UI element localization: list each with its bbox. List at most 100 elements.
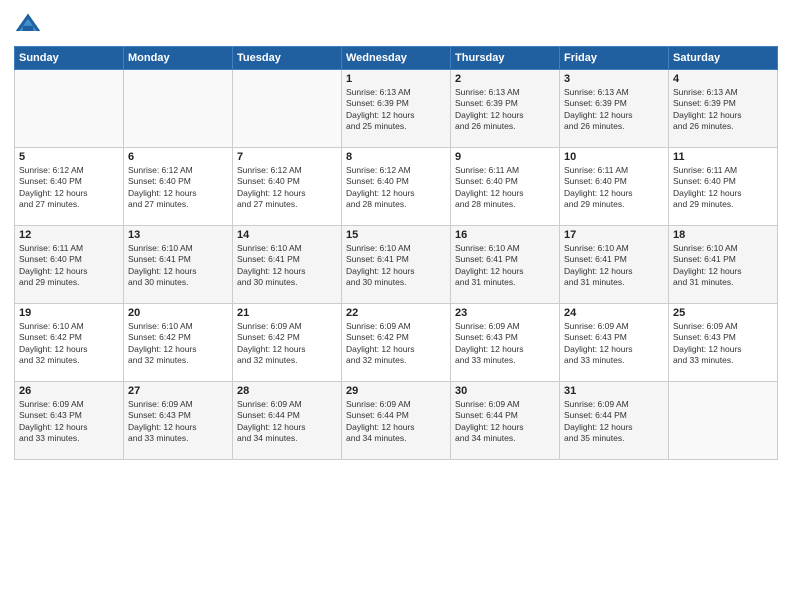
day-info: Sunrise: 6:10 AM Sunset: 6:41 PM Dayligh… [128, 243, 228, 289]
calendar-cell [15, 70, 124, 148]
day-info: Sunrise: 6:09 AM Sunset: 6:44 PM Dayligh… [346, 399, 446, 445]
day-number: 22 [346, 307, 446, 319]
day-number: 31 [564, 385, 664, 397]
day-number: 19 [19, 307, 119, 319]
day-info: Sunrise: 6:12 AM Sunset: 6:40 PM Dayligh… [19, 165, 119, 211]
day-info: Sunrise: 6:13 AM Sunset: 6:39 PM Dayligh… [673, 87, 773, 133]
calendar-cell: 11 Sunrise: 6:11 AM Sunset: 6:40 PM Dayli… [669, 148, 778, 226]
day-number: 20 [128, 307, 228, 319]
weekday-header-tuesday: Tuesday [233, 47, 342, 70]
day-info: Sunrise: 6:09 AM Sunset: 6:42 PM Dayligh… [237, 321, 337, 367]
day-number: 16 [455, 229, 555, 241]
calendar-cell: 16 Sunrise: 6:10 AM Sunset: 6:41 PM Dayli… [451, 226, 560, 304]
calendar-week-row: 12 Sunrise: 6:11 AM Sunset: 6:40 PM Dayli… [15, 226, 778, 304]
weekday-header-monday: Monday [124, 47, 233, 70]
day-number: 11 [673, 151, 773, 163]
calendar-week-row: 26 Sunrise: 6:09 AM Sunset: 6:43 PM Dayli… [15, 382, 778, 460]
day-info: Sunrise: 6:09 AM Sunset: 6:43 PM Dayligh… [19, 399, 119, 445]
day-number: 24 [564, 307, 664, 319]
calendar-cell: 12 Sunrise: 6:11 AM Sunset: 6:40 PM Dayli… [15, 226, 124, 304]
calendar-cell: 28Sunrise: 6:09 AM Sunset: 6:44 PM Dayli… [233, 382, 342, 460]
day-info: Sunrise: 6:10 AM Sunset: 6:41 PM Dayligh… [673, 243, 773, 289]
day-info: Sunrise: 6:10 AM Sunset: 6:41 PM Dayligh… [564, 243, 664, 289]
day-number: 1 [346, 73, 446, 85]
calendar-body: 1 Sunrise: 6:13 AM Sunset: 6:39 PM Daylig… [15, 70, 778, 460]
calendar-cell: 21 Sunrise: 6:09 AM Sunset: 6:42 PM Dayli… [233, 304, 342, 382]
calendar-cell: 9 Sunrise: 6:11 AM Sunset: 6:40 PM Daylig… [451, 148, 560, 226]
calendar-cell [669, 382, 778, 460]
calendar-cell: 13Sunrise: 6:10 AM Sunset: 6:41 PM Dayli… [124, 226, 233, 304]
calendar-cell: 1 Sunrise: 6:13 AM Sunset: 6:39 PM Daylig… [342, 70, 451, 148]
calendar-cell: 7 Sunrise: 6:12 AM Sunset: 6:40 PM Daylig… [233, 148, 342, 226]
day-number: 15 [346, 229, 446, 241]
day-number: 2 [455, 73, 555, 85]
calendar-cell: 10Sunrise: 6:11 AM Sunset: 6:40 PM Dayli… [560, 148, 669, 226]
day-info: Sunrise: 6:11 AM Sunset: 6:40 PM Dayligh… [19, 243, 119, 289]
calendar-cell: 30Sunrise: 6:09 AM Sunset: 6:44 PM Dayli… [451, 382, 560, 460]
day-number: 12 [19, 229, 119, 241]
day-number: 23 [455, 307, 555, 319]
day-number: 17 [564, 229, 664, 241]
day-number: 28 [237, 385, 337, 397]
calendar-week-row: 1 Sunrise: 6:13 AM Sunset: 6:39 PM Daylig… [15, 70, 778, 148]
calendar-header: SundayMondayTuesdayWednesdayThursdayFrid… [15, 47, 778, 70]
day-number: 9 [455, 151, 555, 163]
calendar-cell: 25Sunrise: 6:09 AM Sunset: 6:43 PM Dayli… [669, 304, 778, 382]
calendar-cell: 20Sunrise: 6:10 AM Sunset: 6:42 PM Dayli… [124, 304, 233, 382]
day-number: 14 [237, 229, 337, 241]
day-info: Sunrise: 6:11 AM Sunset: 6:40 PM Dayligh… [673, 165, 773, 211]
day-info: Sunrise: 6:09 AM Sunset: 6:42 PM Dayligh… [346, 321, 446, 367]
day-info: Sunrise: 6:12 AM Sunset: 6:40 PM Dayligh… [346, 165, 446, 211]
calendar-cell [233, 70, 342, 148]
calendar-cell: 6Sunrise: 6:12 AM Sunset: 6:40 PM Daylig… [124, 148, 233, 226]
day-info: Sunrise: 6:12 AM Sunset: 6:40 PM Dayligh… [237, 165, 337, 211]
weekday-header-wednesday: Wednesday [342, 47, 451, 70]
day-number: 25 [673, 307, 773, 319]
calendar-cell: 5 Sunrise: 6:12 AM Sunset: 6:40 PM Daylig… [15, 148, 124, 226]
day-number: 6 [128, 151, 228, 163]
day-info: Sunrise: 6:10 AM Sunset: 6:42 PM Dayligh… [19, 321, 119, 367]
day-number: 29 [346, 385, 446, 397]
calendar-week-row: 5 Sunrise: 6:12 AM Sunset: 6:40 PM Daylig… [15, 148, 778, 226]
day-info: Sunrise: 6:10 AM Sunset: 6:41 PM Dayligh… [455, 243, 555, 289]
calendar-cell: 15Sunrise: 6:10 AM Sunset: 6:41 PM Dayli… [342, 226, 451, 304]
day-info: Sunrise: 6:10 AM Sunset: 6:41 PM Dayligh… [237, 243, 337, 289]
day-info: Sunrise: 6:09 AM Sunset: 6:43 PM Dayligh… [128, 399, 228, 445]
weekday-header-row: SundayMondayTuesdayWednesdayThursdayFrid… [15, 47, 778, 70]
day-info: Sunrise: 6:09 AM Sunset: 6:43 PM Dayligh… [564, 321, 664, 367]
day-number: 21 [237, 307, 337, 319]
calendar-cell: 3 Sunrise: 6:13 AM Sunset: 6:39 PM Daylig… [560, 70, 669, 148]
calendar-week-row: 19 Sunrise: 6:10 AM Sunset: 6:42 PM Dayli… [15, 304, 778, 382]
day-number: 7 [237, 151, 337, 163]
day-number: 10 [564, 151, 664, 163]
day-number: 30 [455, 385, 555, 397]
calendar-cell: 4Sunrise: 6:13 AM Sunset: 6:39 PM Daylig… [669, 70, 778, 148]
day-info: Sunrise: 6:09 AM Sunset: 6:44 PM Dayligh… [564, 399, 664, 445]
calendar-cell: 14 Sunrise: 6:10 AM Sunset: 6:41 PM Dayli… [233, 226, 342, 304]
calendar-cell: 29 Sunrise: 6:09 AM Sunset: 6:44 PM Dayli… [342, 382, 451, 460]
calendar-cell: 26 Sunrise: 6:09 AM Sunset: 6:43 PM Dayli… [15, 382, 124, 460]
page-header [14, 10, 778, 38]
weekday-header-saturday: Saturday [669, 47, 778, 70]
day-info: Sunrise: 6:11 AM Sunset: 6:40 PM Dayligh… [455, 165, 555, 211]
day-number: 26 [19, 385, 119, 397]
calendar-cell: 18Sunrise: 6:10 AM Sunset: 6:41 PM Dayli… [669, 226, 778, 304]
day-number: 8 [346, 151, 446, 163]
weekday-header-thursday: Thursday [451, 47, 560, 70]
calendar-cell: 17 Sunrise: 6:10 AM Sunset: 6:41 PM Dayli… [560, 226, 669, 304]
day-number: 3 [564, 73, 664, 85]
weekday-header-friday: Friday [560, 47, 669, 70]
calendar-cell: 8 Sunrise: 6:12 AM Sunset: 6:40 PM Daylig… [342, 148, 451, 226]
day-info: Sunrise: 6:13 AM Sunset: 6:39 PM Dayligh… [564, 87, 664, 133]
day-info: Sunrise: 6:13 AM Sunset: 6:39 PM Dayligh… [455, 87, 555, 133]
calendar-cell: 2 Sunrise: 6:13 AM Sunset: 6:39 PM Daylig… [451, 70, 560, 148]
logo-icon [14, 10, 42, 38]
calendar-cell: 22 Sunrise: 6:09 AM Sunset: 6:42 PM Dayli… [342, 304, 451, 382]
calendar-table: SundayMondayTuesdayWednesdayThursdayFrid… [14, 46, 778, 460]
day-info: Sunrise: 6:09 AM Sunset: 6:43 PM Dayligh… [455, 321, 555, 367]
day-info: Sunrise: 6:13 AM Sunset: 6:39 PM Dayligh… [346, 87, 446, 133]
calendar-cell: 19 Sunrise: 6:10 AM Sunset: 6:42 PM Dayli… [15, 304, 124, 382]
day-number: 5 [19, 151, 119, 163]
day-number: 27 [128, 385, 228, 397]
page-container: SundayMondayTuesdayWednesdayThursdayFrid… [0, 0, 792, 470]
